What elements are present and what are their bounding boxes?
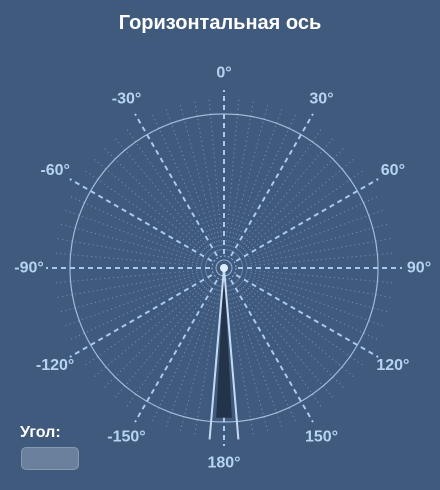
angle-tick-label: 30° bbox=[309, 91, 333, 108]
fine-tick bbox=[241, 252, 394, 267]
fine-tick bbox=[93, 279, 211, 378]
fine-tick bbox=[165, 284, 219, 428]
angle-pointer[interactable] bbox=[208, 264, 240, 440]
angle-tick-label: 120° bbox=[376, 357, 409, 374]
angle-tick-label: 60° bbox=[381, 162, 405, 179]
angle-tick-label: 0° bbox=[216, 65, 231, 82]
fine-tick bbox=[93, 158, 211, 257]
fine-tick bbox=[241, 270, 392, 299]
fine-tick bbox=[103, 147, 212, 256]
angle-dial[interactable]: 0° 30° 60° 90° 120° 150° 180° -150° -120° -90° -60… bbox=[0, 0, 440, 490]
angle-input[interactable] bbox=[21, 447, 79, 470]
fine-tick bbox=[235, 137, 334, 255]
angle-tick-label: 180° bbox=[207, 455, 240, 472]
fine-tick bbox=[233, 128, 322, 254]
fine-tick bbox=[208, 98, 223, 251]
fine-tick bbox=[240, 273, 384, 327]
fine-tick bbox=[165, 108, 219, 252]
fine-tick bbox=[56, 237, 207, 266]
fine-tick bbox=[54, 252, 207, 267]
fine-tick bbox=[241, 223, 389, 264]
fine-tick bbox=[59, 223, 207, 264]
fine-tick bbox=[229, 108, 283, 252]
angle-tick-label: -120° bbox=[36, 357, 74, 374]
fine-tick bbox=[103, 280, 212, 389]
fine-tick bbox=[236, 280, 345, 389]
fine-tick bbox=[179, 285, 220, 433]
fine-tick bbox=[126, 282, 215, 408]
fine-tick bbox=[233, 282, 322, 408]
fine-tick bbox=[238, 170, 364, 259]
angle-tick-label: -150° bbox=[107, 428, 145, 445]
fine-tick bbox=[235, 281, 334, 399]
fine-tick bbox=[179, 103, 220, 251]
angle-tick-label: -90° bbox=[14, 260, 44, 277]
fine-tick bbox=[237, 158, 355, 257]
fine-tick bbox=[229, 284, 283, 428]
pointer-hub[interactable] bbox=[220, 264, 228, 272]
fine-tick bbox=[56, 270, 207, 299]
fine-tick bbox=[240, 209, 384, 263]
fine-tick bbox=[225, 98, 240, 251]
fine-tick bbox=[64, 273, 208, 327]
fine-tick bbox=[84, 170, 210, 259]
fine-tick bbox=[193, 100, 222, 251]
angle-tick-label: -30° bbox=[112, 91, 142, 108]
fine-tick bbox=[64, 209, 208, 263]
angle-tick-label: -60° bbox=[40, 162, 70, 179]
fine-tick bbox=[228, 103, 269, 251]
fine-tick bbox=[241, 269, 394, 284]
fine-tick bbox=[237, 279, 355, 378]
fine-tick bbox=[59, 272, 207, 313]
angle-tick-label: 90° bbox=[407, 260, 431, 277]
angle-label: Угол: bbox=[20, 424, 61, 441]
fine-tick bbox=[54, 269, 207, 284]
angle-tick-label: 150° bbox=[305, 428, 338, 445]
fine-tick bbox=[226, 100, 255, 251]
fine-tick bbox=[126, 128, 215, 254]
fine-tick bbox=[84, 277, 210, 366]
fine-tick bbox=[241, 237, 392, 266]
fine-tick bbox=[114, 281, 213, 399]
fine-tick bbox=[236, 147, 345, 256]
fine-tick bbox=[241, 272, 389, 313]
fine-tick bbox=[114, 137, 213, 255]
fine-tick bbox=[238, 277, 364, 366]
fine-tick bbox=[228, 285, 269, 433]
